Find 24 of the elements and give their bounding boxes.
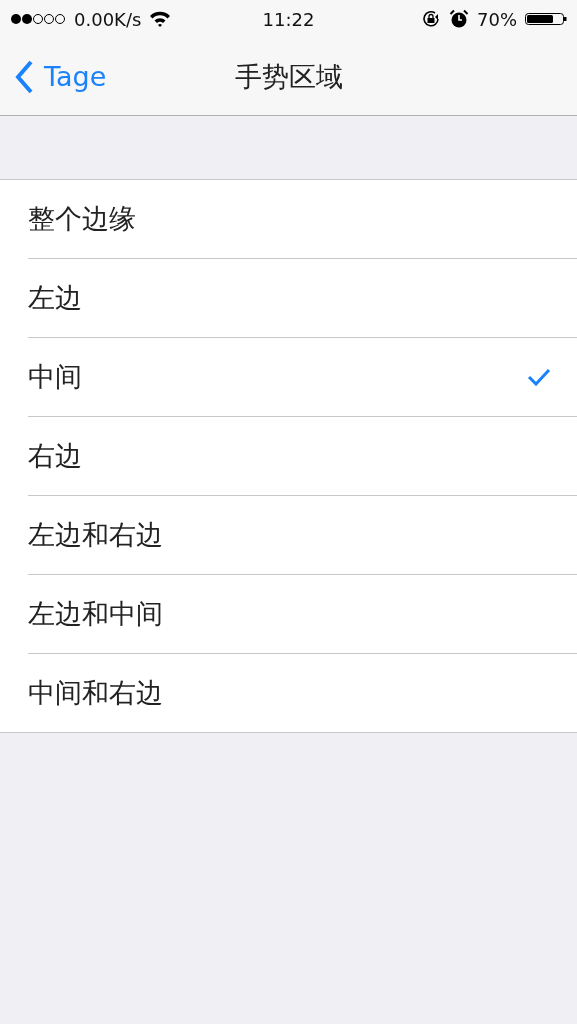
nav-title: 手势区域 [234,59,343,94]
option-label: 左边和右边 [28,518,163,552]
chevron-left-icon [14,59,34,94]
alarm-icon [449,9,469,29]
wifi-icon [149,11,172,27]
option-label: 左边和中间 [28,597,163,631]
option-row[interactable]: 左边 [28,259,577,338]
battery-icon [525,13,567,25]
option-label: 左边 [28,281,82,315]
option-row[interactable]: 中间和右边 [28,654,577,732]
option-row[interactable]: 左边和中间 [28,575,577,654]
battery-percent: 70% [477,8,517,30]
status-time: 11:22 [262,8,315,30]
option-row[interactable]: 中间 [28,338,577,417]
option-label: 中间和右边 [28,676,163,710]
option-label: 右边 [28,439,82,473]
option-label: 整个边缘 [28,202,136,236]
option-row[interactable]: 右边 [28,417,577,496]
option-row[interactable]: 左边和右边 [28,496,577,575]
option-label: 中间 [28,360,82,394]
option-row[interactable]: 整个边缘 [28,180,577,259]
network-speed: 0.00K/s [74,8,142,30]
signal-icon [10,13,66,25]
rotation-lock-icon [421,9,441,29]
